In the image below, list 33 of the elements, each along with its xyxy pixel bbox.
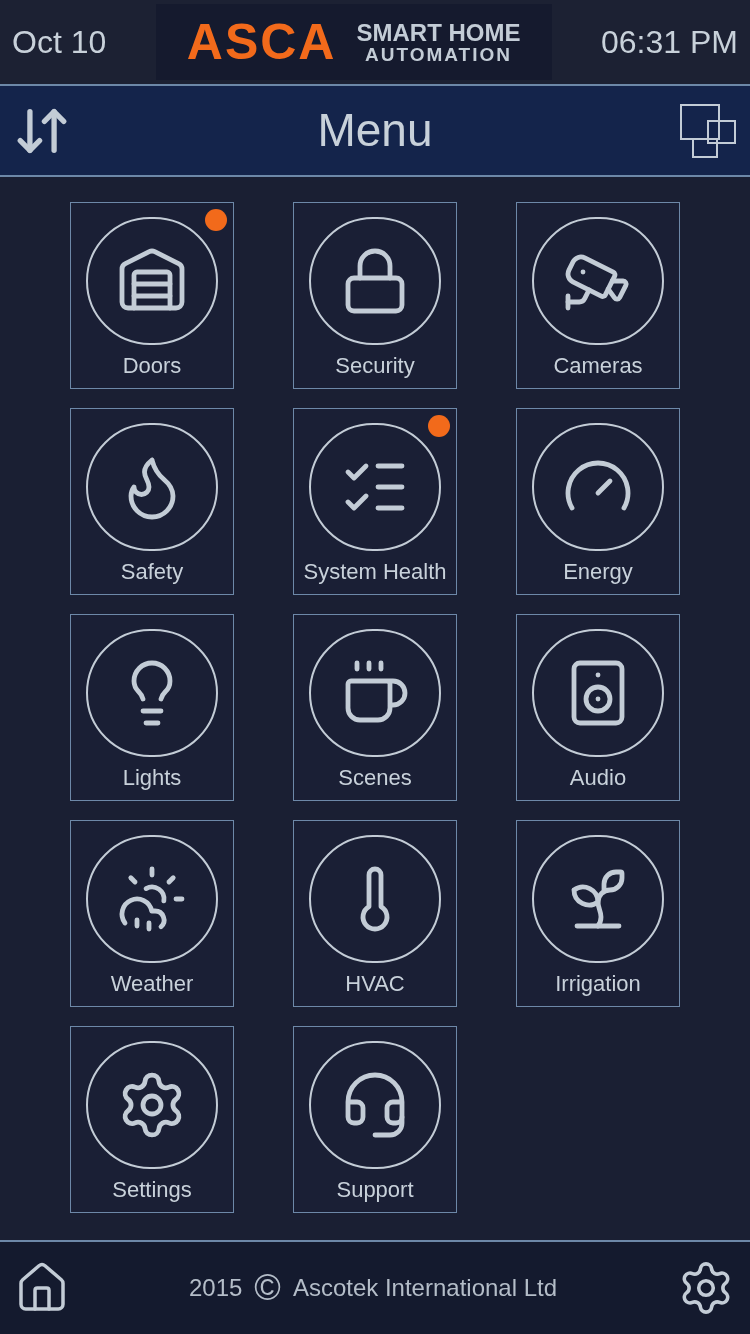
menu-tile[interactable]: Security <box>293 202 457 389</box>
menu-tile[interactable]: Cameras <box>516 202 680 389</box>
menu-tile[interactable]: Settings <box>70 1026 234 1213</box>
flame-icon <box>86 423 218 551</box>
thermometer-icon <box>309 835 441 963</box>
copyright-year: 2015 <box>188 1273 243 1303</box>
menu-tile[interactable]: Scenes <box>293 614 457 801</box>
camera-icon <box>532 217 664 345</box>
padlock-icon <box>309 217 441 345</box>
settings-icon <box>86 1041 218 1169</box>
menu-tile[interactable]: Support <box>293 1026 457 1213</box>
menu-tile[interactable]: Safety <box>70 408 234 595</box>
menu-tile[interactable]: Audio <box>516 614 680 801</box>
menu-tile[interactable]: Lights <box>70 614 234 801</box>
weather-icon <box>86 835 218 963</box>
menu-tile[interactable]: Energy <box>516 408 680 595</box>
company-name: Ascotek International Ltd <box>292 1273 558 1303</box>
menu-tile[interactable]: HVAC <box>293 820 457 1007</box>
sprout-icon <box>532 835 664 963</box>
copyright-symbol: © <box>254 1270 281 1306</box>
menu-tile[interactable]: Weather <box>70 820 234 1007</box>
menu-tile[interactable]: Irrigation <box>516 820 680 1007</box>
page-title: Menu <box>317 103 433 158</box>
lightbulb-icon <box>86 629 218 757</box>
menu-tile[interactable]: Doors <box>70 202 234 389</box>
gauge-icon <box>532 423 664 551</box>
menu-tile[interactable]: System Health <box>293 408 457 595</box>
time: 06:31 PM <box>601 23 738 62</box>
headset-icon <box>309 1041 441 1169</box>
date: Oct 10 <box>12 23 107 62</box>
coffee-cup-icon <box>309 629 441 757</box>
garage-icon <box>86 217 218 345</box>
speaker-icon <box>532 629 664 757</box>
